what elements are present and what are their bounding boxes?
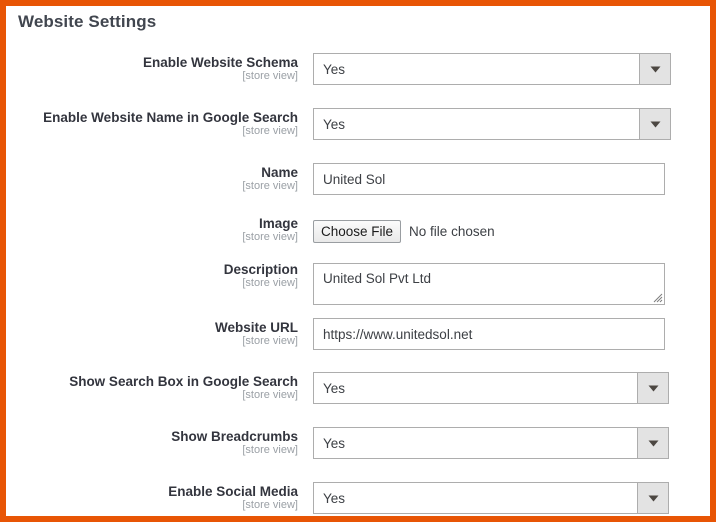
select-show-search-box-in-google-search[interactable]: Yes [313,372,669,404]
settings-panel-body: Website Settings Enable Website Schema [… [6,6,710,516]
choose-file-button[interactable]: Choose File [313,219,402,243]
label-text: Enable Website Schema [142,55,298,70]
input-website-url[interactable]: https://www.unitedsol.net [313,318,665,350]
label-text: Show Search Box in Google Search [69,374,298,389]
field-control-wrapper: United Sol Pvt Ltd [313,263,665,305]
select-value: Yes [323,61,346,77]
chevron-down-icon[interactable] [637,428,668,458]
field-label-website-url: Website URL [store view] [6,320,298,348]
form-row-enable-website-schema: Enable Website Schema [store view] Yes [6,53,710,87]
form-row-enable-website-name-in-google-search: Enable Website Name in Google Search [st… [6,108,710,142]
field-control-wrapper: Yes [313,427,669,459]
field-control-wrapper: Yes [313,482,669,514]
label-scope: [store view] [242,335,298,348]
field-label-enable-website-name-in-google-search: Enable Website Name in Google Search [st… [6,110,298,138]
label-text: Website URL [214,320,298,335]
label-text: Description [223,262,298,277]
file-name-text: No file chosen [409,223,495,239]
select-value: Yes [323,490,346,506]
label-scope: [store view] [242,70,298,83]
select-value: Yes [323,435,346,451]
form-row-show-search-box-in-google-search: Show Search Box in Google Search [store … [6,372,710,406]
label-scope: [store view] [242,231,298,244]
select-enable-website-name-in-google-search[interactable]: Yes [313,108,671,140]
label-text: Image [258,216,298,231]
form-row-show-breadcrumbs: Show Breadcrumbs [store view] Yes [6,427,710,461]
textarea-value: United Sol Pvt Ltd [323,271,432,286]
field-label-image: Image [store view] [6,216,298,244]
field-label-enable-website-schema: Enable Website Schema [store view] [6,55,298,83]
select-value: Yes [323,116,346,132]
field-label-name: Name [store view] [6,165,298,193]
form-row-image: Image [store view] Choose File No file c… [6,216,710,251]
field-label-enable-social-media: Enable Social Media [store view] [6,484,298,512]
select-enable-social-media[interactable]: Yes [313,482,669,514]
form-row-description: Description [store view] United Sol Pvt … [6,262,710,307]
file-input-image[interactable]: Choose File No file chosen [313,219,495,243]
form-row-name: Name [store view] United Sol [6,163,710,197]
chevron-down-icon[interactable] [637,483,668,513]
field-control-wrapper: United Sol [313,163,665,195]
label-scope: [store view] [242,277,298,290]
chevron-down-icon[interactable] [637,373,668,403]
chevron-down-icon[interactable] [639,54,670,84]
field-control-wrapper: Yes [313,372,669,404]
label-scope: [store view] [242,180,298,193]
label-scope: [store view] [242,499,298,512]
field-label-show-breadcrumbs: Show Breadcrumbs [store view] [6,429,298,457]
label-scope: [store view] [242,125,298,138]
field-control-wrapper: Yes [313,53,671,85]
chevron-down-icon[interactable] [639,109,670,139]
field-control-wrapper: Yes [313,108,671,140]
select-enable-website-schema[interactable]: Yes [313,53,671,85]
form-row-website-url: Website URL [store view] https://www.uni… [6,318,710,352]
textarea-description[interactable]: United Sol Pvt Ltd [313,263,665,305]
field-control-wrapper: Choose File No file chosen [313,219,495,243]
field-label-description: Description [store view] [6,262,298,290]
label-scope: [store view] [242,444,298,457]
settings-panel: Website Settings Enable Website Schema [… [0,0,716,522]
resize-grip-icon[interactable] [651,291,663,303]
label-text: Show Breadcrumbs [171,429,298,444]
page-title: Website Settings [18,12,157,31]
label-text: Enable Social Media [168,484,298,499]
form-row-enable-social-media: Enable Social Media [store view] Yes [6,482,710,516]
field-control-wrapper: https://www.unitedsol.net [313,318,665,350]
label-scope: [store view] [242,389,298,402]
input-name[interactable]: United Sol [313,163,665,195]
label-text: Name [261,165,298,180]
label-text: Enable Website Name in Google Search [43,110,298,125]
select-show-breadcrumbs[interactable]: Yes [313,427,669,459]
select-value: Yes [323,380,346,396]
field-label-show-search-box-in-google-search: Show Search Box in Google Search [store … [6,374,298,402]
